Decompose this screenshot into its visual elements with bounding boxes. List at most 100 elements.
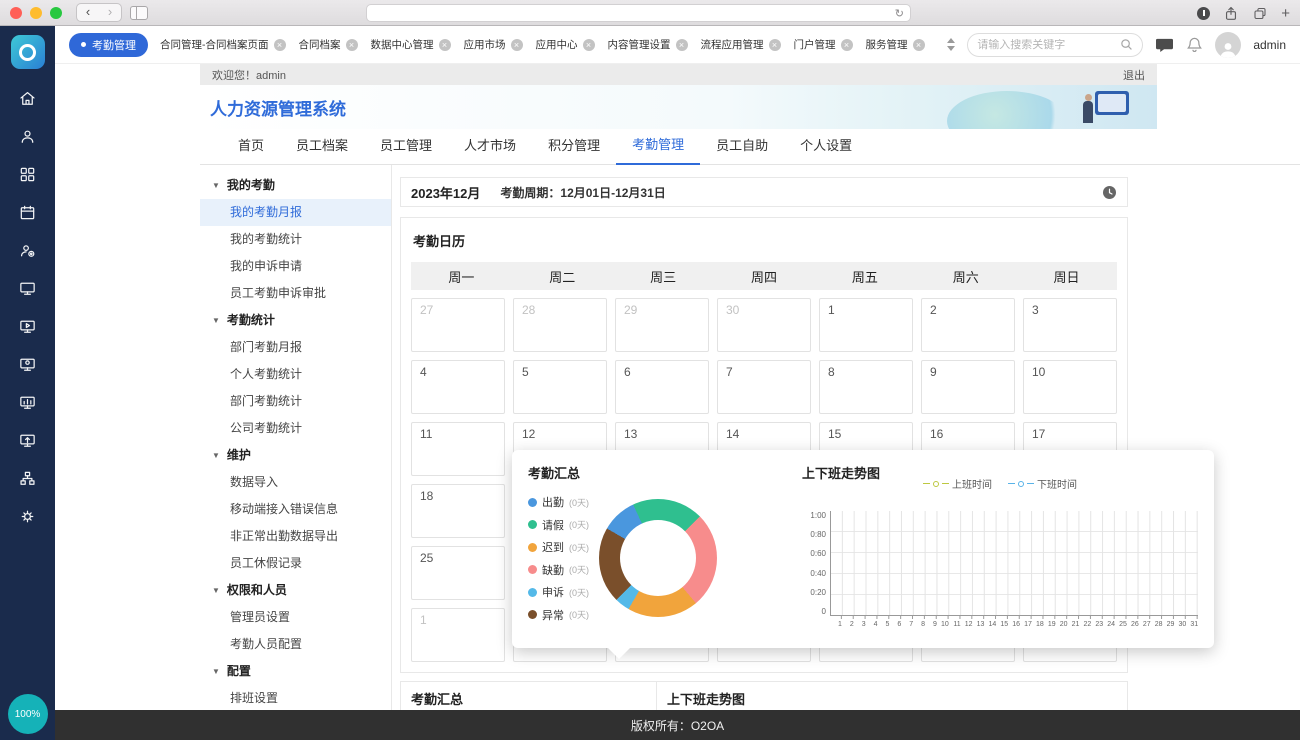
nav-tab[interactable]: 员工档案 <box>280 135 364 164</box>
search-input[interactable] <box>977 39 1116 51</box>
settings-gear-icon[interactable] <box>8 497 48 535</box>
app-tab[interactable]: 流程应用管理 <box>701 37 781 52</box>
legend-item[interactable]: 请假 (0天) <box>528 517 589 533</box>
menu-row[interactable]: 数据导入 <box>200 469 391 496</box>
app-tab[interactable]: 服务管理 <box>866 37 925 52</box>
close-tab-icon[interactable] <box>274 39 286 51</box>
calendar-day-cell[interactable]: 27 <box>411 298 505 352</box>
legend-item[interactable]: 出勤 (0天) <box>528 494 589 510</box>
new-tab-icon[interactable] <box>1281 5 1290 22</box>
legend-item[interactable]: 迟到 (0天) <box>528 539 589 555</box>
close-tab-icon[interactable] <box>676 39 688 51</box>
menu-row[interactable]: 权限和人员 <box>200 577 391 604</box>
calendar-day-cell[interactable]: 1 <box>819 298 913 352</box>
sidebar-toggle-icon[interactable] <box>130 6 148 20</box>
menu-row[interactable]: 我的申诉申请 <box>200 253 391 280</box>
user-avatar[interactable] <box>1215 32 1241 58</box>
bell-icon[interactable] <box>1186 36 1203 54</box>
downloads-icon[interactable] <box>1197 7 1210 20</box>
app-tab[interactable]: 门户管理 <box>794 37 853 52</box>
monitor-chart-icon[interactable] <box>8 383 48 421</box>
attendance-donut[interactable] <box>599 499 717 617</box>
menu-row[interactable]: 考勤统计 <box>200 307 391 334</box>
personnel-settings-icon[interactable] <box>8 231 48 269</box>
menu-row[interactable]: 移动端接入错误信息 <box>200 496 391 523</box>
collapse-chevrons-icon[interactable] <box>947 38 955 51</box>
close-tab-icon[interactable] <box>769 39 781 51</box>
logout-link[interactable]: 退出 <box>1123 67 1145 83</box>
nav-tab[interactable]: 积分管理 <box>532 135 616 164</box>
menu-row[interactable]: 考勤人员配置 <box>200 631 391 658</box>
menu-row[interactable]: 非正常出勤数据导出 <box>200 523 391 550</box>
search-icon[interactable] <box>1120 38 1133 51</box>
calendar-day-cell[interactable]: 1 <box>411 608 505 662</box>
zoom-window-button[interactable] <box>50 7 62 19</box>
nav-tab[interactable]: 员工管理 <box>364 135 448 164</box>
minimize-window-button[interactable] <box>30 7 42 19</box>
calendar-day-cell[interactable]: 2 <box>921 298 1015 352</box>
back-button[interactable] <box>77 4 99 21</box>
screen-cast-icon[interactable] <box>8 421 48 459</box>
monitor-user-icon[interactable] <box>8 345 48 383</box>
organization-icon[interactable] <box>8 459 48 497</box>
nav-tab[interactable]: 个人设置 <box>784 135 868 164</box>
menu-row[interactable]: 管理员设置 <box>200 604 391 631</box>
close-tab-icon[interactable] <box>511 39 523 51</box>
calendar-day-cell[interactable]: 10 <box>1023 360 1117 414</box>
menu-row[interactable]: 部门考勤月报 <box>200 334 391 361</box>
tabs-overview-icon[interactable] <box>1252 6 1268 21</box>
clock-icon[interactable] <box>1102 185 1117 200</box>
calendar-day-cell[interactable]: 28 <box>513 298 607 352</box>
reload-icon[interactable] <box>895 4 904 22</box>
video-monitor-icon[interactable] <box>8 307 48 345</box>
close-tab-icon[interactable] <box>583 39 595 51</box>
nav-tab[interactable]: 考勤管理 <box>616 134 700 165</box>
calendar-day-cell[interactable]: 4 <box>411 360 505 414</box>
app-tab[interactable]: 内容管理设置 <box>608 37 688 52</box>
monitor-icon[interactable] <box>8 269 48 307</box>
menu-row[interactable]: 部门考勤统计 <box>200 388 391 415</box>
nav-tab[interactable]: 人才市场 <box>448 135 532 164</box>
app-tab[interactable]: 合同档案 <box>299 37 358 52</box>
legend-item[interactable]: 缺勤 (0天) <box>528 562 589 578</box>
menu-row[interactable]: 配置 <box>200 658 391 685</box>
menu-row[interactable]: 我的考勤月报 <box>200 199 391 226</box>
nav-tab[interactable]: 员工自助 <box>700 135 784 164</box>
app-tab[interactable]: 应用中心 <box>536 37 595 52</box>
calendar-day-cell[interactable]: 30 <box>717 298 811 352</box>
close-window-button[interactable] <box>10 7 22 19</box>
app-tab[interactable]: 应用市场 <box>464 37 523 52</box>
calendar-day-cell[interactable]: 11 <box>411 422 505 476</box>
menu-row[interactable]: 我的考勤 <box>200 172 391 199</box>
address-bar[interactable] <box>366 4 911 22</box>
trend-legend-item[interactable]: 下班时间 <box>1008 476 1077 491</box>
calendar-day-cell[interactable]: 5 <box>513 360 607 414</box>
calendar-day-cell[interactable]: 25 <box>411 546 505 600</box>
close-tab-icon[interactable] <box>346 39 358 51</box>
nav-tab[interactable]: 首页 <box>222 135 280 164</box>
chat-icon[interactable] <box>1155 36 1174 53</box>
username[interactable]: admin <box>1253 38 1286 52</box>
trend-legend-item[interactable]: 上班时间 <box>923 476 992 491</box>
calendar-day-cell[interactable]: 7 <box>717 360 811 414</box>
calendar-day-cell[interactable]: 29 <box>615 298 709 352</box>
close-tab-icon[interactable] <box>913 39 925 51</box>
apps-icon[interactable] <box>8 155 48 193</box>
calendar-day-cell[interactable]: 8 <box>819 360 913 414</box>
menu-row[interactable]: 个人考勤统计 <box>200 361 391 388</box>
close-tab-icon[interactable] <box>841 39 853 51</box>
menu-row[interactable]: 排班设置 <box>200 685 391 712</box>
menu-row[interactable]: 我的考勤统计 <box>200 226 391 253</box>
calendar-day-cell[interactable]: 18 <box>411 484 505 538</box>
forward-button[interactable] <box>99 4 121 21</box>
home-icon[interactable] <box>8 79 48 117</box>
hr-icon[interactable] <box>8 117 48 155</box>
global-search[interactable] <box>967 33 1143 57</box>
calendar-day-cell[interactable]: 3 <box>1023 298 1117 352</box>
close-tab-icon[interactable] <box>439 39 451 51</box>
menu-row[interactable]: 维护 <box>200 442 391 469</box>
menu-row[interactable]: 员工考勤申诉审批 <box>200 280 391 307</box>
menu-row[interactable]: 员工休假记录 <box>200 550 391 577</box>
legend-item[interactable]: 申诉 (0天) <box>528 584 589 600</box>
app-tab[interactable]: 数据中心管理 <box>371 37 451 52</box>
